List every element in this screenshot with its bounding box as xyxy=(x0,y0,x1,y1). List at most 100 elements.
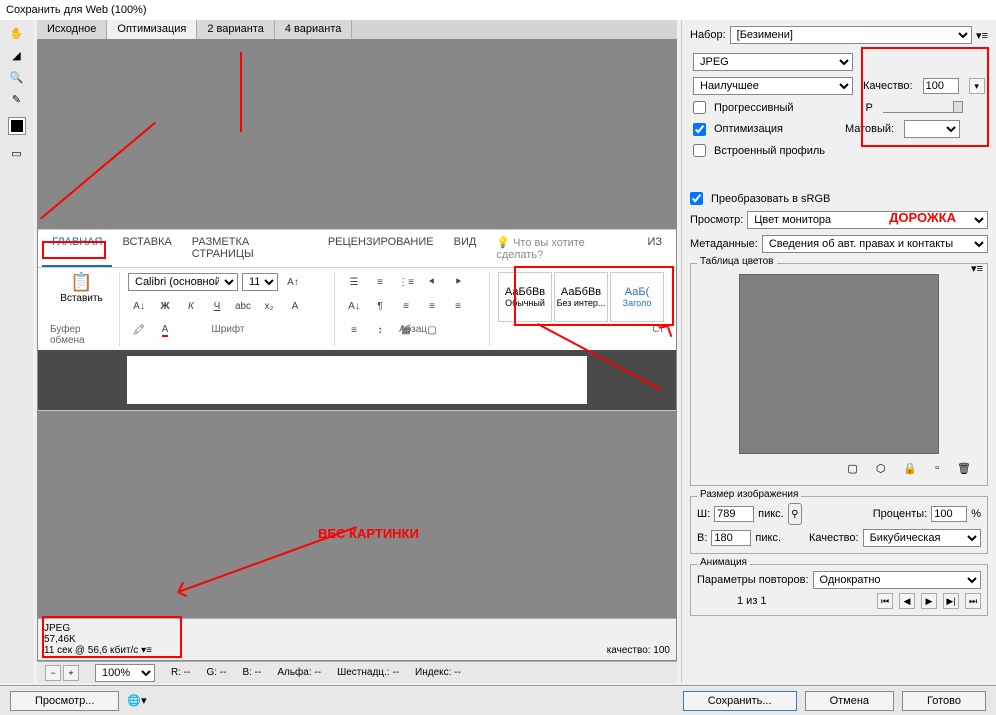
ribbon-tab-home[interactable]: ГЛАВНАЯ xyxy=(42,230,112,267)
tab-original[interactable]: Исходное xyxy=(37,20,107,39)
first-frame-icon[interactable]: ⏮ xyxy=(877,593,893,609)
view-tabs: Исходное Оптимизация 2 варианта 4 вариан… xyxy=(37,20,677,40)
italic-icon[interactable]: К xyxy=(180,296,202,316)
metadata-select[interactable]: Сведения об авт. правах и контакты xyxy=(762,235,988,253)
percent-sign: % xyxy=(971,508,981,520)
slice-tool-icon[interactable]: ◢ xyxy=(6,46,28,64)
style-nospacing[interactable]: АаБбВвБез интер... xyxy=(554,272,608,322)
height-input[interactable] xyxy=(711,530,751,546)
preview-button[interactable]: Просмотр... xyxy=(10,691,119,711)
bullets-icon[interactable]: ☰ xyxy=(343,272,365,292)
matte-select[interactable] xyxy=(904,120,960,138)
progressive-checkbox[interactable]: Прогрессивный xyxy=(693,101,794,114)
status-index: Индекс: -- xyxy=(415,667,461,678)
quality-preset-select[interactable]: Наилучшее xyxy=(693,77,853,95)
last-frame-icon[interactable]: ⏭ xyxy=(965,593,981,609)
quality-slider[interactable] xyxy=(883,97,963,113)
tell-me[interactable]: 💡 Что вы хотите сделать? xyxy=(486,230,637,267)
panel-menu-icon[interactable]: ▾≡ xyxy=(976,29,988,42)
embed-profile-checkbox[interactable]: Встроенный профиль xyxy=(693,144,825,157)
annotation-weight: ВЕС КАРТИНКИ xyxy=(318,526,419,541)
tab-2up[interactable]: 2 варианта xyxy=(197,20,275,39)
ct-lock-icon[interactable]: ▢ xyxy=(847,462,857,475)
sub-icon[interactable]: x₂ xyxy=(258,296,280,316)
style-normal[interactable]: АаБбВвОбычный xyxy=(498,272,552,322)
color-table-grid[interactable] xyxy=(739,274,939,454)
quality-input[interactable] xyxy=(923,78,959,94)
toggle-slices-icon[interactable]: ▭ xyxy=(6,144,28,162)
status-r: R: -- xyxy=(171,667,190,678)
bold-icon[interactable]: Ж xyxy=(154,296,176,316)
canvas-empty-top xyxy=(38,41,676,229)
zoom-tool-icon[interactable]: 🔍 xyxy=(6,68,28,86)
paste-icon[interactable]: 📋 xyxy=(70,272,92,293)
increase-font-icon[interactable]: A↑ xyxy=(282,272,304,292)
optimize-checkbox[interactable]: Оптимизация xyxy=(693,123,783,136)
multilevel-icon[interactable]: ⋮≡ xyxy=(395,272,417,292)
browser-icon[interactable]: 🌐▾ xyxy=(127,694,146,707)
ribbon-tab-insert[interactable]: ВСТАВКА xyxy=(112,230,181,267)
zoom-out-icon[interactable]: − xyxy=(45,665,61,681)
zoom-select[interactable]: 100% xyxy=(95,664,155,682)
eyedropper-tool-icon[interactable]: ✎ xyxy=(6,90,28,108)
image-size-title: Размер изображения xyxy=(697,489,801,500)
font-size-select[interactable]: 11 xyxy=(242,273,278,291)
style-heading[interactable]: АаБ(Заголо xyxy=(610,272,664,322)
colortable-menu-icon[interactable]: ▾≡ xyxy=(971,262,983,275)
ct-trash-icon[interactable]: 🗑 xyxy=(957,462,971,475)
font-color-icon[interactable]: A xyxy=(154,320,176,340)
blur-p: Р xyxy=(866,102,873,114)
ct-new-icon[interactable]: ▫ xyxy=(935,462,939,475)
highlight-icon[interactable]: 🖍 xyxy=(128,320,150,340)
text-effects-icon[interactable]: A xyxy=(284,296,306,316)
ct-map-icon[interactable]: 🔒 xyxy=(903,462,917,475)
strike-icon[interactable]: abc xyxy=(232,296,254,316)
hand-tool-icon[interactable]: ✋ xyxy=(6,24,28,42)
loop-select[interactable]: Однократно xyxy=(813,571,981,589)
convert-srgb-checkbox[interactable]: Преобразовать в sRGB xyxy=(690,192,830,205)
align-left-icon[interactable]: ≡ xyxy=(395,296,417,316)
preset-select[interactable]: [Безимени] xyxy=(730,26,972,44)
ribbon-tab-layout[interactable]: РАЗМЕТКА СТРАНИЦЫ xyxy=(182,230,318,267)
align-right-icon[interactable]: ≡ xyxy=(447,296,469,316)
ribbon-tab-review[interactable]: РЕЦЕНЗИРОВАНИЕ xyxy=(318,230,444,267)
line-spacing-icon[interactable]: ↕ xyxy=(369,320,391,340)
tab-4up[interactable]: 4 варианта xyxy=(275,20,353,39)
status-g: G: -- xyxy=(206,667,226,678)
justify-icon[interactable]: ≡ xyxy=(343,320,365,340)
indent-inc-icon[interactable]: ⯈ xyxy=(447,272,469,292)
zoom-in-icon[interactable]: + xyxy=(63,665,79,681)
width-input[interactable] xyxy=(714,506,754,522)
tab-optimized[interactable]: Оптимизация xyxy=(107,20,197,39)
settings-panel: Набор: [Безимени] ▾≡ JPEG Наилучшее Каче… xyxy=(681,20,996,683)
done-button[interactable]: Готово xyxy=(902,691,986,711)
decrease-font-icon[interactable]: A↓ xyxy=(128,296,150,316)
next-frame-icon[interactable]: ▶| xyxy=(943,593,959,609)
format-select[interactable]: JPEG xyxy=(693,53,853,71)
info-menu-icon[interactable]: ▾≡ xyxy=(141,645,152,656)
cancel-button[interactable]: Отмена xyxy=(805,691,894,711)
quality-dropdown-icon[interactable]: ▾ xyxy=(969,78,985,94)
color-table-title: Таблица цветов xyxy=(697,256,777,267)
link-dimensions-icon[interactable]: ⚲ xyxy=(788,503,802,525)
percent-input[interactable] xyxy=(931,506,967,522)
optimization-info: JPEG 57,46K 11 сек @ 56,6 кбит/с ▾≡ каче… xyxy=(38,618,676,660)
sort-icon[interactable]: A↓ xyxy=(343,296,365,316)
window-title: Сохранить для Web (100%) xyxy=(0,0,996,20)
group-styles: Ст xyxy=(652,324,664,335)
show-marks-icon[interactable]: ¶ xyxy=(369,296,391,316)
ribbon-tab-view[interactable]: ВИД xyxy=(444,230,487,267)
prev-frame-icon[interactable]: ◀ xyxy=(899,593,915,609)
underline-icon[interactable]: Ч xyxy=(206,296,228,316)
play-icon[interactable]: ▶ xyxy=(921,593,937,609)
info-time: 11 сек @ 56,6 кбит/с xyxy=(44,645,138,656)
foreground-color-swatch[interactable] xyxy=(9,118,25,134)
save-button[interactable]: Сохранить... xyxy=(683,691,797,711)
numbering-icon[interactable]: ≡ xyxy=(369,272,391,292)
indent-dec-icon[interactable]: ⯇ xyxy=(421,272,443,292)
font-name-select[interactable]: Calibri (основной) xyxy=(128,273,238,291)
resample-select[interactable]: Бикубическая xyxy=(863,529,981,547)
preview-select[interactable]: Цвет монитора xyxy=(747,211,988,229)
align-center-icon[interactable]: ≡ xyxy=(421,296,443,316)
ct-shift-icon[interactable]: ⬡ xyxy=(876,462,886,475)
